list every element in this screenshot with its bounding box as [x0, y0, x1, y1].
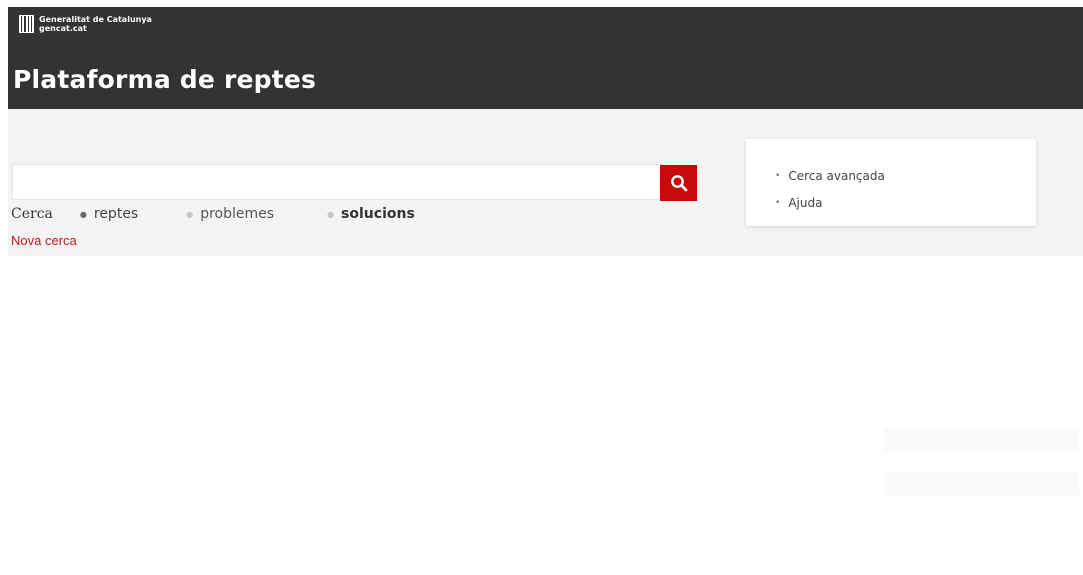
radio-unselected-icon: ●	[186, 209, 194, 219]
radio-reptes-label: reptes	[93, 206, 139, 222]
search-button[interactable]	[660, 165, 697, 201]
search-icon	[670, 175, 687, 192]
logo-line-2: gencat.cat	[39, 24, 87, 33]
new-search-link[interactable]: Nova cerca	[11, 233, 77, 248]
logo-line-1: Generalitat de Catalunya	[39, 15, 152, 24]
help-link[interactable]: Ajuda	[788, 196, 822, 210]
radio-selected-icon: ●	[79, 209, 87, 219]
bullet-icon: •	[775, 170, 781, 181]
radio-reptes[interactable]: ● reptes	[80, 206, 138, 222]
page-left-edge	[0, 0, 8, 575]
logo-text: Generalitat de Catalunya gencat.cat	[39, 15, 152, 33]
list-item: • Cerca avançada	[775, 162, 885, 189]
side-links-list: • Cerca avançada • Ajuda	[775, 162, 885, 216]
bullet-icon: •	[775, 197, 781, 208]
generalitat-logo-icon	[19, 15, 34, 33]
radio-solucions-label: solucions	[341, 206, 415, 222]
radio-solucions[interactable]: ● solucions	[327, 206, 415, 222]
page-title: Plataforma de reptes	[13, 65, 317, 94]
generalitat-logo[interactable]: Generalitat de Catalunya gencat.cat	[19, 15, 152, 33]
placeholder-bar	[884, 471, 1079, 495]
radio-problemes-label: problemes	[200, 206, 275, 222]
placeholder-bar	[884, 427, 1079, 451]
search-input[interactable]	[12, 164, 662, 200]
side-links-panel: • Cerca avançada • Ajuda	[746, 139, 1036, 226]
site-header: Generalitat de Catalunya gencat.cat Plat…	[8, 7, 1083, 109]
search-scope-options: Cerca ● reptes ● problemes ● solucions	[11, 205, 415, 223]
list-item: • Ajuda	[775, 189, 885, 216]
radio-problemes[interactable]: ● problemes	[186, 206, 274, 222]
search-scope-label: Cerca	[11, 206, 53, 222]
radio-unselected-icon: ●	[327, 209, 335, 219]
advanced-search-link[interactable]: Cerca avançada	[788, 169, 885, 183]
